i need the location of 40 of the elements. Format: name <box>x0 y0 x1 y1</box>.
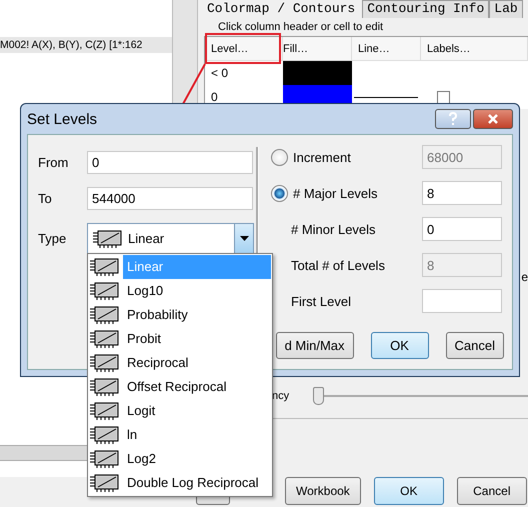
tab[interactable]: Contouring Info <box>362 0 490 18</box>
input-field[interactable]: 544000 <box>87 187 253 210</box>
dialog-button[interactable]: Cancel <box>446 332 504 359</box>
field-label: Total # of Levels <box>290 258 386 272</box>
column-header[interactable]: Line… <box>352 37 421 61</box>
column-header[interactable]: Fill… <box>283 37 352 61</box>
field-label: To <box>38 191 53 206</box>
transparency-label: ncy <box>272 390 290 402</box>
footer-button[interactable]: Cancel <box>456 477 527 505</box>
dropdown-item[interactable]: Logit <box>89 399 271 423</box>
ok-button[interactable]: OK <box>374 477 444 505</box>
column-header[interactable]: Labels… <box>421 37 528 61</box>
field-label: From <box>38 155 70 170</box>
dialog-button[interactable]: d Min/Max <box>276 332 354 359</box>
type-dropdown[interactable]: Linear <box>87 223 254 254</box>
level-cell[interactable]: < 0 <box>205 61 283 85</box>
input-field[interactable]: 0 <box>422 217 502 241</box>
field-label: # Major Levels <box>292 186 379 200</box>
label-text: e <box>521 270 528 284</box>
field-label: # Minor Levels <box>290 222 377 236</box>
dialog-title: Set Levels <box>27 110 98 128</box>
dialog-button[interactable]: OK <box>370 332 429 359</box>
dropdown-item[interactable]: Offset Reciprocal <box>89 375 271 399</box>
dropdown-item[interactable]: Probit <box>89 327 271 351</box>
dropdown-item[interactable]: Reciprocal <box>89 351 271 375</box>
dropdown-item[interactable]: ln <box>89 423 271 447</box>
column-header[interactable]: Level… <box>205 37 283 61</box>
tab[interactable]: Lab <box>489 0 523 18</box>
input-field[interactable]: 8 <box>422 181 502 205</box>
dropdown-item[interactable]: Probability <box>89 303 271 327</box>
input-field[interactable]: 0 <box>87 151 253 174</box>
dropdown-item[interactable]: Log10 <box>89 279 271 303</box>
field-label: Type <box>38 231 68 246</box>
hint-text: Click column header or cell to edit <box>217 20 384 33</box>
field-label: First Level <box>290 294 352 308</box>
data-range-text: M002! A(X), B(Y), C(Z) [1*:162 <box>0 37 172 53</box>
dropdown-item[interactable]: Log2 <box>89 447 271 471</box>
dropdown-item[interactable]: Double Log Reciprocal <box>89 471 271 495</box>
field-label: Increment <box>292 150 352 164</box>
footer-button[interactable]: Workbook <box>285 477 361 505</box>
